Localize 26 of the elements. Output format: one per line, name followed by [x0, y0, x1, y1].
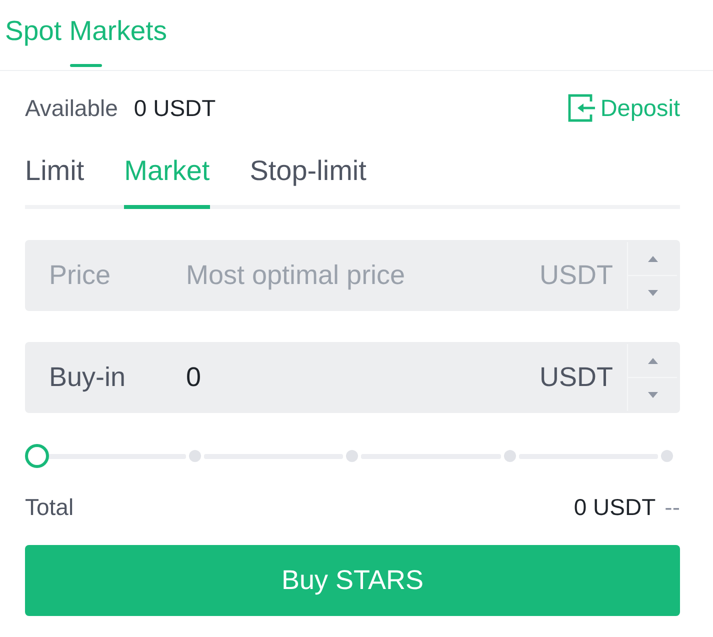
- order-type-tab[interactable]: Limit: [25, 154, 84, 209]
- slider-stop-icon: [188, 450, 200, 462]
- deposit-link[interactable]: Deposit: [568, 94, 680, 122]
- slider-thumb[interactable]: [25, 444, 49, 468]
- slider-stop-icon: [504, 450, 516, 462]
- order-type-tab[interactable]: Market: [124, 154, 210, 209]
- caret-down-icon: [648, 290, 658, 296]
- total-label: Total: [25, 494, 74, 520]
- caret-down-icon: [648, 392, 658, 398]
- deposit-icon: [568, 94, 596, 122]
- caret-up-icon: [648, 256, 658, 262]
- field-label: Buy-in: [49, 362, 127, 393]
- available-label: Available: [25, 94, 118, 122]
- available-balance: 0 USDT: [134, 94, 216, 122]
- slider-stop-icon: [661, 450, 673, 462]
- currency-unit: USDT: [540, 362, 613, 393]
- total-converted-value: --: [664, 494, 680, 520]
- total-amount: 0 USDT: [574, 494, 656, 520]
- buy-button[interactable]: Buy STARS: [25, 545, 680, 616]
- currency-unit: USDT: [540, 260, 613, 291]
- order-input[interactable]: 0: [186, 362, 540, 393]
- field-label: Price: [49, 260, 112, 291]
- caret-up-icon: [648, 358, 658, 364]
- market-tab[interactable]: Spot Markets: [5, 0, 168, 67]
- order-type-tab[interactable]: Stop-limit: [250, 154, 366, 209]
- slider-stop-icon: [346, 450, 358, 462]
